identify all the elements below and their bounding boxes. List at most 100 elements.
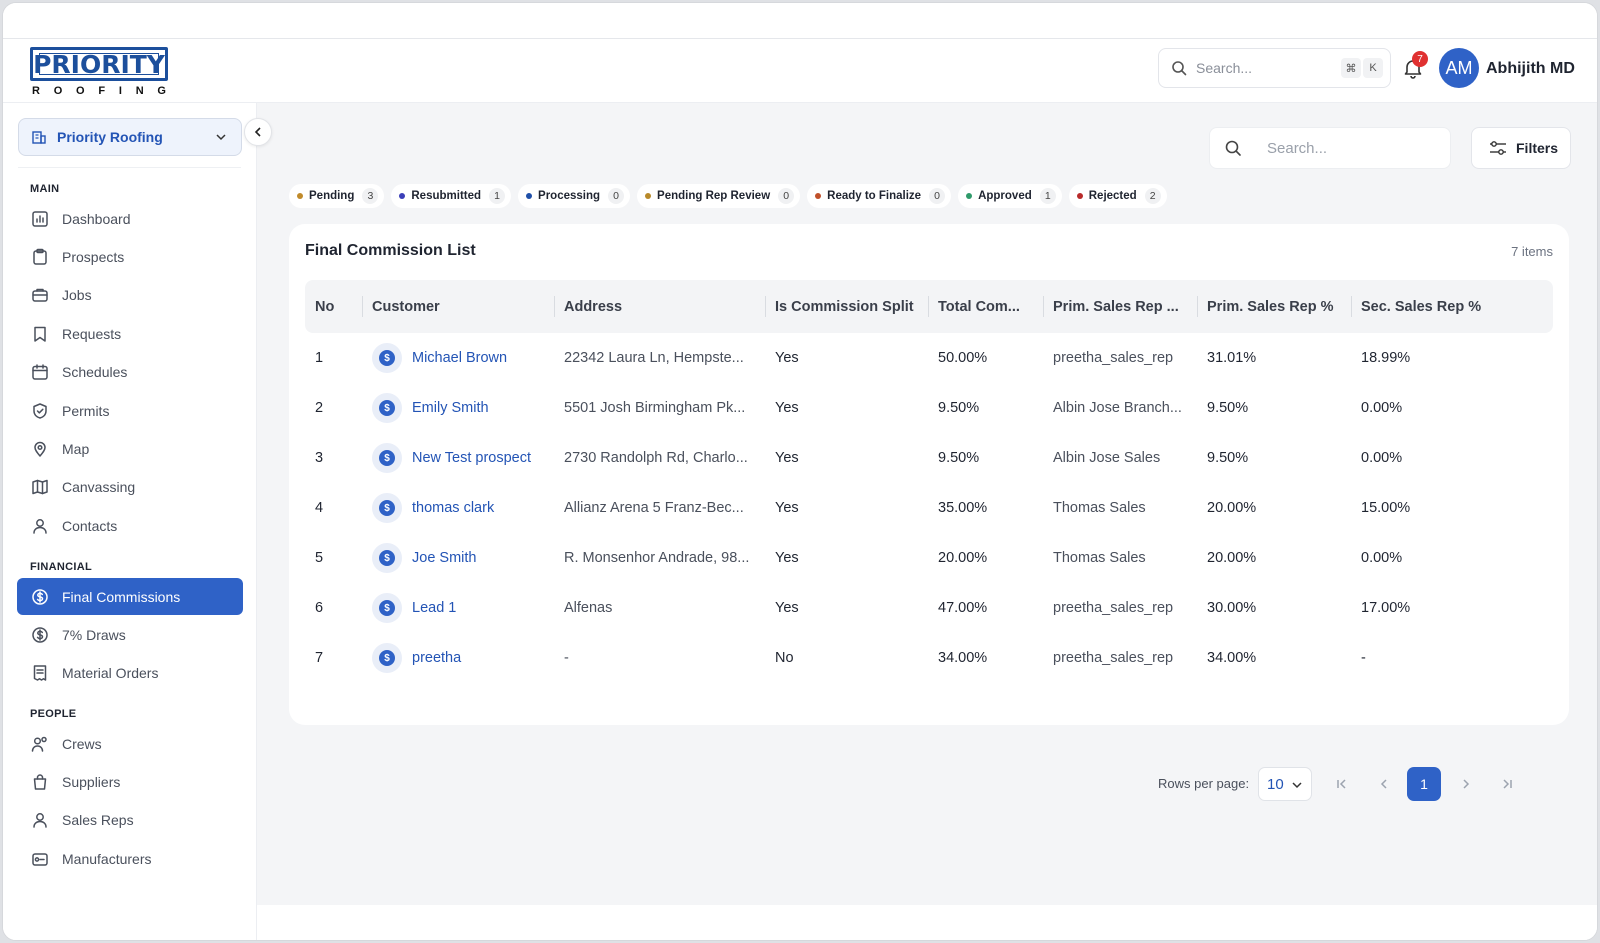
last-page-button[interactable]	[1490, 767, 1524, 801]
brand-logo-letter: F	[98, 85, 106, 97]
column-header-total-com[interactable]: Total Com...	[938, 280, 1046, 333]
sidebar-item-requests[interactable]: Requests	[17, 315, 243, 352]
sidebar-item-label: Contacts	[62, 517, 118, 534]
column-divider	[1351, 296, 1352, 317]
status-chip-rejected[interactable]: Rejected 2	[1068, 184, 1167, 208]
column-header-prim-sales-rep[interactable]: Prim. Sales Rep %	[1207, 280, 1352, 333]
customer-link[interactable]: $ Lead 1	[372, 583, 557, 633]
calendar-icon	[30, 362, 50, 382]
table-row[interactable]: 5 $ Joe Smith R. Monsenhor Andrade, 98... Ye…	[305, 533, 1553, 583]
status-chip-count: 0	[608, 188, 625, 204]
sidebar-item-map[interactable]: Map	[17, 430, 243, 467]
customer-link[interactable]: $ preetha	[372, 633, 557, 683]
rows-per-page-select[interactable]: 10	[1258, 767, 1312, 801]
sidebar-item-label: Jobs	[62, 287, 92, 304]
customer-name[interactable]: New Test prospect	[412, 450, 531, 466]
customer-link[interactable]: $ New Test prospect	[372, 433, 557, 483]
status-chip-pending[interactable]: Pending 3	[289, 184, 385, 208]
status-chip-resubmitted[interactable]: Resubmitted 1	[391, 184, 512, 208]
sidebar-collapse-button[interactable]	[244, 118, 272, 146]
customer-name[interactable]: Emily Smith	[412, 400, 489, 416]
customer-name[interactable]: Joe Smith	[412, 550, 476, 566]
sidebar-item-sales-reps[interactable]: Sales Reps	[17, 802, 243, 839]
column-header-address[interactable]: Address	[564, 280, 764, 333]
column-header-prim-sales-rep[interactable]: Prim. Sales Rep ...	[1053, 280, 1198, 333]
column-header-is-commission-split[interactable]: Is Commission Split	[775, 280, 930, 333]
customer-link[interactable]: $ Michael Brown	[372, 333, 557, 383]
table-row[interactable]: 1 $ Michael Brown 22342 Laura Ln, Hempste..…	[305, 333, 1553, 383]
first-page-button[interactable]	[1325, 767, 1359, 801]
chevron-down-icon	[1292, 782, 1302, 789]
column-divider	[1043, 296, 1044, 317]
list-search-placeholder: Search...	[1267, 139, 1328, 157]
total-commission-cell: 9.50%	[938, 450, 980, 466]
top-header: PRIORITY R O O FI N G Search... ⌘ K 7 AM Abhi…	[3, 39, 1597, 103]
sidebar-item-7-draws[interactable]: 7% Draws	[17, 616, 243, 653]
next-page-button[interactable]	[1449, 767, 1483, 801]
user-icon	[30, 516, 50, 536]
user-avatar[interactable]: AM	[1439, 48, 1479, 88]
sidebar-item-canvassing[interactable]: Canvassing	[17, 469, 243, 506]
sidebar-item-label: Requests	[62, 325, 122, 342]
total-commission-cell: 20.00%	[938, 550, 988, 566]
table-row[interactable]: 3 $ New Test prospect 2730 Randolph Rd, Cha…	[305, 433, 1553, 483]
filter-sliders-icon	[1490, 141, 1506, 155]
status-chip-pending-rep-review[interactable]: Pending Rep Review 0	[637, 184, 801, 208]
global-search[interactable]: Search... ⌘ K	[1158, 48, 1391, 88]
status-dot	[297, 193, 303, 199]
customer-name[interactable]: Michael Brown	[412, 350, 507, 366]
sidebar-item-suppliers[interactable]: Suppliers	[17, 763, 243, 800]
secondary-sales-rep-pct-cell: 0.00%	[1361, 550, 1403, 566]
sidebar-item-contacts[interactable]: Contacts	[17, 507, 243, 544]
commission-split-cell: Yes	[775, 600, 799, 616]
user-name[interactable]: Abhijith MD	[1486, 60, 1575, 78]
sidebar-item-prospects[interactable]: Prospects	[17, 238, 243, 275]
status-chip-label: Processing	[538, 190, 601, 202]
dollar-icon: $	[372, 593, 402, 623]
shield-check-icon	[30, 401, 50, 421]
table-row[interactable]: 2 $ Emily Smith 5501 Josh Birmingham Pk... Y…	[305, 383, 1553, 433]
section-title-main: MAIN	[30, 183, 60, 195]
previous-page-button[interactable]	[1367, 767, 1401, 801]
org-selector[interactable]: Priority Roofing	[18, 118, 242, 156]
total-commission-cell: 35.00%	[938, 500, 988, 516]
primary-sales-rep-pct-cell: 31.01%	[1207, 350, 1257, 366]
sidebar-item-manufacturers[interactable]: Manufacturers	[17, 840, 243, 877]
table-row[interactable]: 6 $ Lead 1 Alfenas Yes 47.00% preetha_sales_re…	[305, 583, 1553, 633]
column-divider	[362, 296, 363, 317]
column-divider	[1197, 296, 1198, 317]
sidebar-item-crews[interactable]: Crews	[17, 725, 243, 762]
customer-link[interactable]: $ Joe Smith	[372, 533, 557, 583]
sidebar-item-permits[interactable]: Permits	[17, 392, 243, 429]
customer-name[interactable]: preetha	[412, 650, 461, 666]
pagination: Rows per page: 10 1	[257, 767, 1597, 801]
filters-button[interactable]: Filters	[1471, 127, 1571, 169]
sidebar-item-final-commissions[interactable]: Final Commissions	[17, 578, 243, 615]
primary-sales-rep-pct-cell: 34.00%	[1207, 650, 1257, 666]
status-chip-approved[interactable]: Approved 1	[958, 184, 1062, 208]
brand-logo[interactable]: PRIORITY R O O FI N G	[30, 47, 172, 97]
column-header-customer[interactable]: Customer	[372, 280, 557, 333]
customer-link[interactable]: $ Emily Smith	[372, 383, 557, 433]
customer-name[interactable]: Lead 1	[412, 600, 456, 616]
sidebar-item-schedules[interactable]: Schedules	[17, 354, 243, 391]
sidebar-item-material-orders[interactable]: Material Orders	[17, 655, 243, 692]
customer-link[interactable]: $ thomas clark	[372, 483, 557, 533]
briefcase-icon	[30, 285, 50, 305]
status-chip-processing[interactable]: Processing 0	[518, 184, 631, 208]
address-cell: -	[564, 650, 569, 666]
page-button-current[interactable]: 1	[1407, 767, 1441, 801]
column-header-no[interactable]: No	[315, 280, 365, 333]
customer-name[interactable]: thomas clark	[412, 500, 494, 516]
column-header-sec-sales-rep[interactable]: Sec. Sales Rep %	[1361, 280, 1531, 333]
table-row[interactable]: 7 $ preetha - No 34.00% preetha_sales_rep 34.00…	[305, 633, 1553, 683]
sidebar-item-jobs[interactable]: Jobs	[17, 277, 243, 314]
sidebar-item-label: Manufacturers	[62, 850, 152, 867]
list-search-input[interactable]: Search...	[1209, 127, 1451, 169]
status-chip-ready-to-finalize[interactable]: Ready to Finalize 0	[807, 184, 952, 208]
table-row[interactable]: 4 $ thomas clark Allianz Arena 5 Franz-Bec.…	[305, 483, 1553, 533]
sidebar-item-dashboard[interactable]: Dashboard	[17, 200, 243, 237]
bookmark-icon	[30, 324, 50, 344]
chevron-down-icon	[216, 134, 226, 141]
primary-sales-rep-pct-cell: 30.00%	[1207, 600, 1257, 616]
